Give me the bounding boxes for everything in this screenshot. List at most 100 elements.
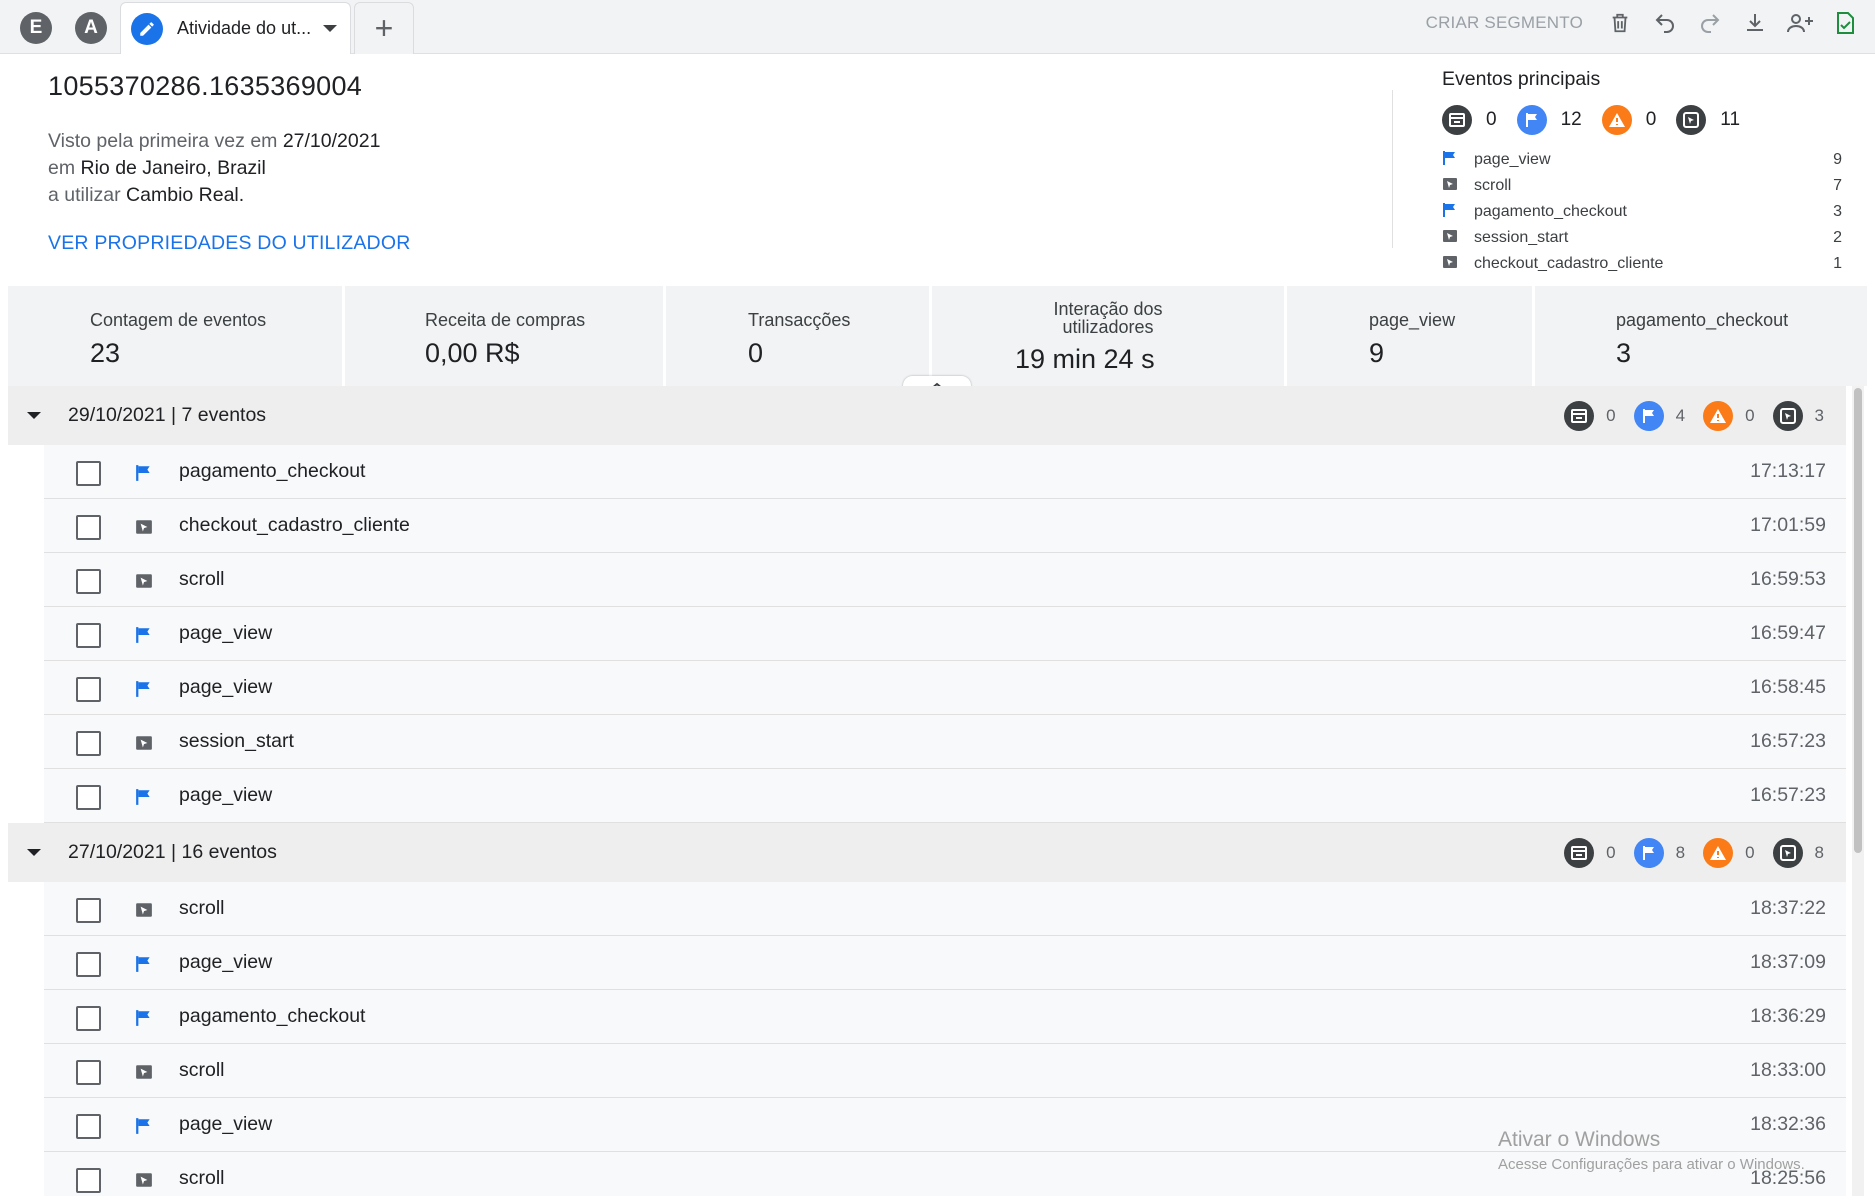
flag-icon xyxy=(1633,837,1664,868)
event-name: page_view xyxy=(179,622,273,644)
event-row[interactable]: page_view 16:58:45 xyxy=(44,661,1846,715)
count-page: 0 xyxy=(1486,109,1497,130)
event-row[interactable]: scroll 18:33:00 xyxy=(44,1044,1846,1098)
event-checkbox[interactable] xyxy=(76,952,101,977)
pencil-icon xyxy=(131,12,163,45)
event-time: 17:13:17 xyxy=(1750,460,1826,482)
event-checkbox[interactable] xyxy=(76,515,101,540)
collapse-triangle-icon[interactable] xyxy=(27,849,41,856)
event-row[interactable]: session_start 16:57:23 xyxy=(44,715,1846,769)
day-count-page: 0 xyxy=(1606,405,1616,425)
top-event-row[interactable]: pagamento_checkout 3 xyxy=(1442,199,1842,225)
cursor-icon xyxy=(135,518,153,541)
event-name: page_view xyxy=(179,784,273,806)
day-counts: 0 4 0 3 xyxy=(1564,400,1824,431)
event-row[interactable]: checkout_cadastro_cliente 17:01:59 xyxy=(44,499,1846,553)
event-timeline: 29/10/2021 | 7 eventos 0 4 0 3 pagamento_chec… xyxy=(8,386,1846,1196)
add-user-icon[interactable] xyxy=(1785,8,1815,38)
event-row[interactable]: page_view 16:59:47 xyxy=(44,607,1846,661)
cursor-icon xyxy=(1676,105,1707,135)
event-checkbox[interactable] xyxy=(76,785,101,810)
download-icon[interactable] xyxy=(1740,8,1770,38)
create-segment-button[interactable]: CRIAR SEGMENTO xyxy=(1426,13,1583,33)
top-event-row[interactable]: scroll 7 xyxy=(1442,173,1842,199)
event-row[interactable]: page_view 18:37:09 xyxy=(44,936,1846,990)
day-group-header[interactable]: 27/10/2021 | 16 eventos 0 8 0 8 xyxy=(8,823,1846,882)
event-checkbox[interactable] xyxy=(76,1006,101,1031)
chevron-down-icon[interactable] xyxy=(323,25,338,32)
top-events-panel: Eventos principais 0 12 0 11 page_view 9… xyxy=(1442,68,1842,277)
saved-check-icon[interactable] xyxy=(1830,8,1860,38)
tab-e[interactable]: E xyxy=(20,12,52,44)
top-event-count: 1 xyxy=(1833,255,1842,272)
event-checkbox[interactable] xyxy=(76,1060,101,1085)
cursor-icon xyxy=(135,1171,153,1194)
flag-icon xyxy=(1442,202,1458,223)
day-group-header[interactable]: 29/10/2021 | 7 eventos 0 4 0 3 xyxy=(8,386,1846,445)
scrollbar[interactable] xyxy=(1852,386,1864,1196)
add-tab-button[interactable]: + xyxy=(354,2,414,54)
day-count-page: 0 xyxy=(1606,842,1616,862)
top-event-count: 9 xyxy=(1833,151,1842,168)
event-row[interactable]: scroll 18:37:22 xyxy=(44,882,1846,936)
event-checkbox[interactable] xyxy=(76,623,101,648)
event-name: scroll xyxy=(179,1059,225,1081)
warning-icon xyxy=(1703,837,1734,868)
watermark-line1: Ativar o Windows xyxy=(1498,1128,1661,1151)
metric-pagamento-checkout: pagamento_checkout 3 xyxy=(1535,286,1867,386)
warning-icon xyxy=(1703,400,1734,431)
page-icon xyxy=(1442,105,1472,135)
cursor-icon xyxy=(135,734,153,757)
platform: Cambio Real. xyxy=(126,184,245,206)
event-time: 16:59:47 xyxy=(1750,622,1826,644)
event-checkbox[interactable] xyxy=(76,731,101,756)
scrollbar-thumb[interactable] xyxy=(1854,388,1862,853)
day-counts: 0 8 0 8 xyxy=(1564,837,1824,868)
event-name: page_view xyxy=(179,1113,273,1135)
event-checkbox[interactable] xyxy=(76,1168,101,1193)
top-event-row[interactable]: page_view 9 xyxy=(1442,147,1842,173)
metric-label: page_view xyxy=(1369,310,1456,330)
tab-a[interactable]: A xyxy=(75,12,107,44)
page-icon xyxy=(1564,400,1595,431)
event-name: scroll xyxy=(179,568,225,590)
cursor-icon xyxy=(135,572,153,595)
day-title: 29/10/2021 | 7 eventos xyxy=(68,404,267,426)
top-event-row[interactable]: session_start 2 xyxy=(1442,225,1842,251)
event-row[interactable]: pagamento_checkout 17:13:17 xyxy=(44,445,1846,499)
event-checkbox[interactable] xyxy=(76,461,101,486)
count-warning: 0 xyxy=(1645,109,1657,130)
event-row[interactable]: page_view 16:57:23 xyxy=(44,769,1846,823)
first-seen-prefix: Visto pela primeira vez em xyxy=(48,130,278,152)
metric-value: 23 xyxy=(90,338,121,368)
metric-label: Contagem de eventos xyxy=(90,310,267,330)
first-seen-date: 27/10/2021 xyxy=(282,130,381,152)
event-row[interactable]: pagamento_checkout 18:36:29 xyxy=(44,990,1846,1044)
event-checkbox[interactable] xyxy=(76,1114,101,1139)
cursor-icon xyxy=(135,1063,153,1086)
divider xyxy=(1392,90,1393,248)
user-header: 1055370286.1635369004 Visto pela primeir… xyxy=(8,54,1867,286)
user-id: 1055370286.1635369004 xyxy=(48,71,363,101)
trash-icon[interactable] xyxy=(1605,8,1635,38)
event-checkbox[interactable] xyxy=(76,677,101,702)
redo-icon[interactable] xyxy=(1695,8,1725,38)
event-row[interactable]: scroll 16:59:53 xyxy=(44,553,1846,607)
collapse-triangle-icon[interactable] xyxy=(27,412,41,419)
top-events-title: Eventos principais xyxy=(1442,68,1601,90)
event-checkbox[interactable] xyxy=(76,898,101,923)
flag-icon xyxy=(1442,150,1458,171)
cursor-icon xyxy=(1772,400,1803,431)
cursor-icon xyxy=(1442,176,1458,197)
toolbar: CRIAR SEGMENTO xyxy=(1426,0,1875,46)
flag-icon xyxy=(135,680,153,703)
flag-icon xyxy=(135,626,153,649)
view-user-properties-link[interactable]: VER PROPRIEDADES DO UTILIZADOR xyxy=(48,232,410,255)
top-event-name: pagamento_checkout xyxy=(1474,203,1627,220)
tab-user-activity[interactable]: Atividade do ut... xyxy=(120,2,351,54)
metric-transactions: Transacções 0 xyxy=(666,286,932,386)
top-event-row[interactable]: checkout_cadastro_cliente 1 xyxy=(1442,251,1842,277)
undo-icon[interactable] xyxy=(1650,8,1680,38)
event-checkbox[interactable] xyxy=(76,569,101,594)
event-name: checkout_cadastro_cliente xyxy=(179,514,410,536)
